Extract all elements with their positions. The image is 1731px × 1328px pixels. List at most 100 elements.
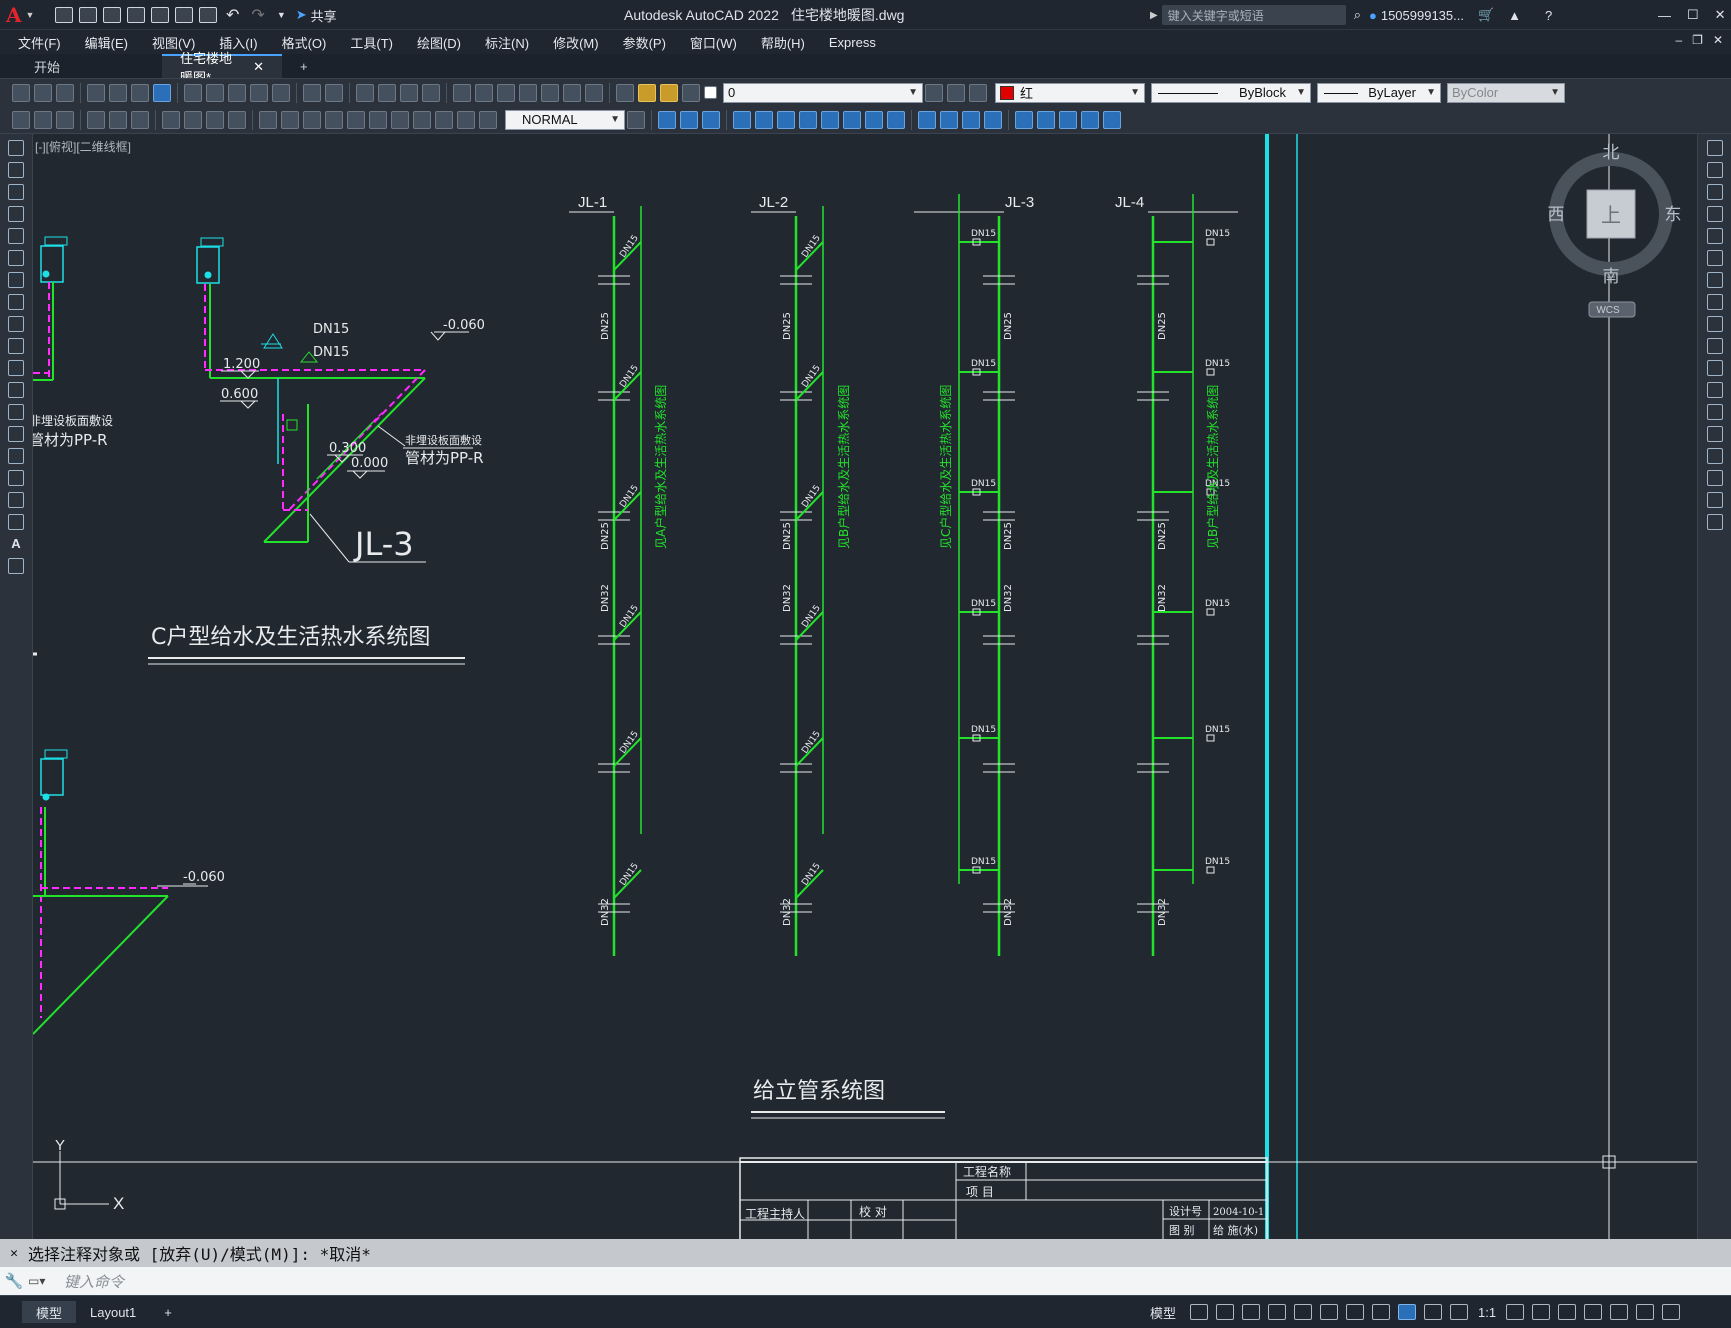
rectangle-icon[interactable]: [8, 228, 24, 244]
color-dropdown[interactable]: 红 ▼: [995, 82, 1145, 103]
plot-icon[interactable]: [87, 83, 105, 102]
table-icon[interactable]: [8, 514, 24, 530]
annotation-visibility-icon[interactable]: [1398, 1304, 1417, 1320]
model-space-button[interactable]: 模型: [1150, 1303, 1176, 1322]
copy-object-icon[interactable]: [1707, 162, 1723, 178]
sheet-set-icon[interactable]: [519, 83, 537, 102]
lineweight-icon[interactable]: [1372, 1304, 1391, 1320]
move-icon[interactable]: [1707, 250, 1723, 266]
dim-style-icon[interactable]: [627, 110, 645, 129]
tab-drawing[interactable]: 住宅楼地暖图* ✕: [162, 51, 282, 85]
3d-print-icon[interactable]: [153, 83, 171, 102]
redo-icon[interactable]: [325, 83, 343, 102]
preview-icon[interactable]: [109, 83, 127, 102]
dim-horizontal-icon[interactable]: [87, 110, 105, 129]
layer-previous-icon[interactable]: [947, 83, 965, 102]
add-layout-icon[interactable]: +: [150, 1301, 186, 1323]
sweep-icon[interactable]: [962, 110, 980, 129]
layer-dropdown[interactable]: 0 ▼: [723, 82, 923, 103]
array-icon[interactable]: [1707, 228, 1723, 244]
zoom-previous-icon[interactable]: [422, 83, 440, 102]
subtract-icon[interactable]: [865, 110, 883, 129]
join-icon[interactable]: [1707, 426, 1723, 442]
save-icon[interactable]: [56, 83, 74, 102]
dim-jogged-icon[interactable]: [162, 110, 180, 129]
point-icon[interactable]: [8, 426, 24, 442]
user-icon[interactable]: ●: [1369, 8, 1377, 23]
plot-icon[interactable]: [199, 7, 217, 23]
dim-aligned-icon[interactable]: [34, 110, 52, 129]
spline-icon[interactable]: [8, 316, 24, 332]
isodraft-icon[interactable]: [1294, 1304, 1313, 1320]
circle-icon[interactable]: [8, 272, 24, 288]
extend-icon[interactable]: [1707, 360, 1723, 376]
share-icon[interactable]: ➤: [296, 7, 307, 23]
maximize-icon[interactable]: ☐: [1687, 7, 1699, 23]
group-select-icon[interactable]: [799, 110, 817, 129]
doc-close-icon[interactable]: ✕: [1713, 33, 1723, 47]
chamfer-icon[interactable]: [1707, 448, 1723, 464]
viewcube-north[interactable]: 北: [1603, 143, 1620, 163]
menu-item-11[interactable]: 帮助(H): [749, 33, 817, 52]
stretch-icon[interactable]: [1707, 316, 1723, 332]
osnap-tracking-icon[interactable]: [1320, 1304, 1339, 1320]
dim-arc-icon[interactable]: [56, 110, 74, 129]
explode-icon[interactable]: [1707, 514, 1723, 530]
auto-scale-icon[interactable]: [1424, 1304, 1443, 1320]
cart-icon[interactable]: 🛒: [1478, 7, 1494, 23]
group-icon[interactable]: [733, 110, 751, 129]
offset-icon[interactable]: [1707, 206, 1723, 222]
menu-item-4[interactable]: 格式(O): [270, 33, 339, 52]
calculator-icon[interactable]: [563, 83, 581, 102]
user-name[interactable]: 1505999135...: [1381, 8, 1464, 23]
break-at-point-icon[interactable]: [1707, 382, 1723, 398]
menu-item-1[interactable]: 编辑(E): [73, 33, 140, 52]
arc-icon[interactable]: [8, 250, 24, 266]
dim-space-icon[interactable]: [303, 110, 321, 129]
saveas-icon[interactable]: [127, 7, 145, 23]
drawing-canvas[interactable]: [-][俯视][二维线框] 上 北 南 东 西 WCS 非埋设板面敷设 管材为P…: [33, 134, 1697, 1239]
make-block-icon[interactable]: [8, 404, 24, 420]
menu-item-7[interactable]: 标注(N): [473, 33, 541, 52]
plotstyle-dropdown[interactable]: ByColor ▼: [1447, 82, 1565, 103]
recent-commands-icon[interactable]: ▭▾: [28, 1274, 58, 1288]
customize-icon[interactable]: 🔧: [0, 1272, 28, 1290]
layer-lock-icon[interactable]: [682, 83, 700, 102]
dim-continue-icon[interactable]: [281, 110, 299, 129]
workspace-dropdown-icon[interactable]: ▼: [277, 10, 286, 20]
erase-icon[interactable]: [1707, 140, 1723, 156]
layer-state-icon[interactable]: [969, 83, 987, 102]
polyline-icon[interactable]: [8, 184, 24, 200]
region-icon[interactable]: [8, 492, 24, 508]
tolerance-icon[interactable]: [347, 110, 365, 129]
command-line[interactable]: 🔧 ▭▾ 键入命令: [0, 1267, 1731, 1295]
osnap-icon[interactable]: [1346, 1304, 1365, 1320]
jogged-linear-icon[interactable]: [413, 110, 431, 129]
scale-icon[interactable]: [1707, 294, 1723, 310]
publish-icon[interactable]: [131, 83, 149, 102]
center-mark-icon[interactable]: [369, 110, 387, 129]
search-icon[interactable]: ⌕: [1354, 7, 1361, 23]
open-icon[interactable]: [34, 83, 52, 102]
viewport-controls-label[interactable]: [-][俯视][二维线框]: [35, 139, 131, 154]
search-input[interactable]: 键入关键字或短语: [1161, 5, 1346, 25]
ungroup-icon[interactable]: [755, 110, 773, 129]
zoom-window-icon[interactable]: [400, 83, 418, 102]
units-icon[interactable]: [1558, 1304, 1577, 1320]
design-center-icon[interactable]: [475, 83, 493, 102]
paste-icon[interactable]: [228, 83, 246, 102]
dim-radius-icon[interactable]: [131, 110, 149, 129]
autodesk-a360-icon[interactable]: ▲: [1508, 8, 1521, 23]
blend-icon[interactable]: [1707, 492, 1723, 508]
drawing-svg[interactable]: [-][俯视][二维线框] 上 北 南 东 西 WCS 非埋设板面敷设 管材为P…: [33, 134, 1697, 1239]
quick-dim-icon[interactable]: [228, 110, 246, 129]
revolve-icon[interactable]: [940, 110, 958, 129]
qnew-icon[interactable]: [12, 83, 30, 102]
dim-ordinate-icon[interactable]: [109, 110, 127, 129]
viewcube[interactable]: 上 北 南 东 西 WCS: [1548, 143, 1682, 318]
workspace-gear-icon[interactable]: [1506, 1304, 1525, 1320]
cut-icon[interactable]: [184, 83, 202, 102]
ortho-icon[interactable]: [1242, 1304, 1261, 1320]
share-button[interactable]: 共享: [311, 6, 337, 25]
customization-menu-icon[interactable]: [1662, 1304, 1681, 1320]
